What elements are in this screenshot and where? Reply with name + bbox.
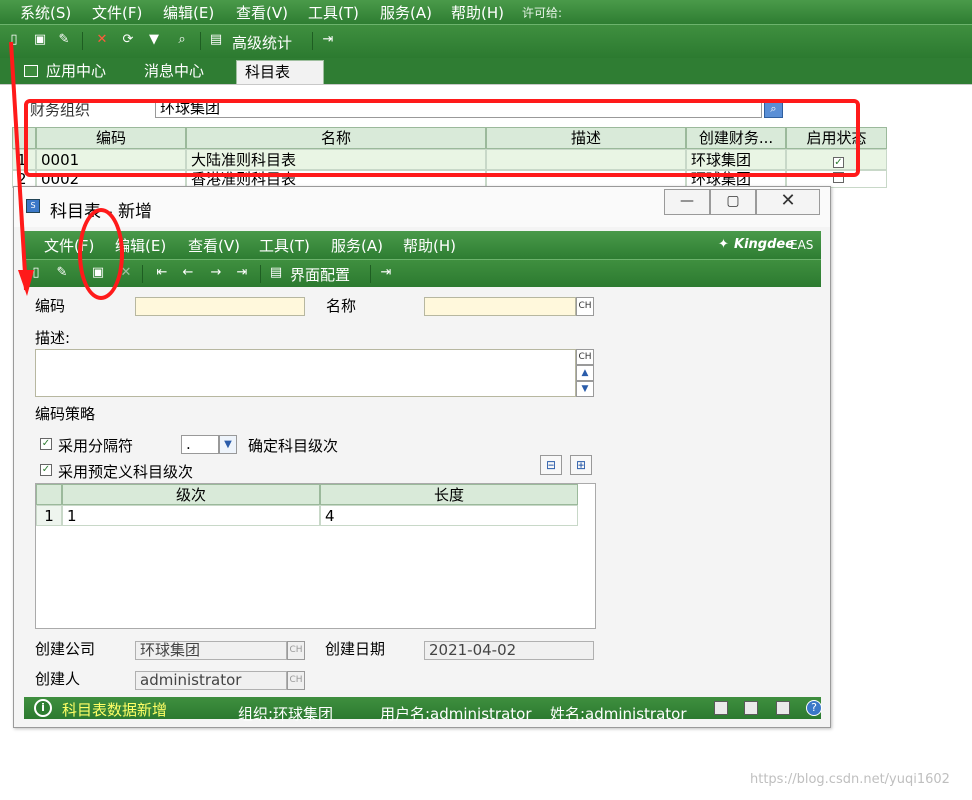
watermark: https://blog.csdn.net/yuqi1602 bbox=[750, 772, 950, 787]
annotation-arrow bbox=[9, 41, 34, 296]
